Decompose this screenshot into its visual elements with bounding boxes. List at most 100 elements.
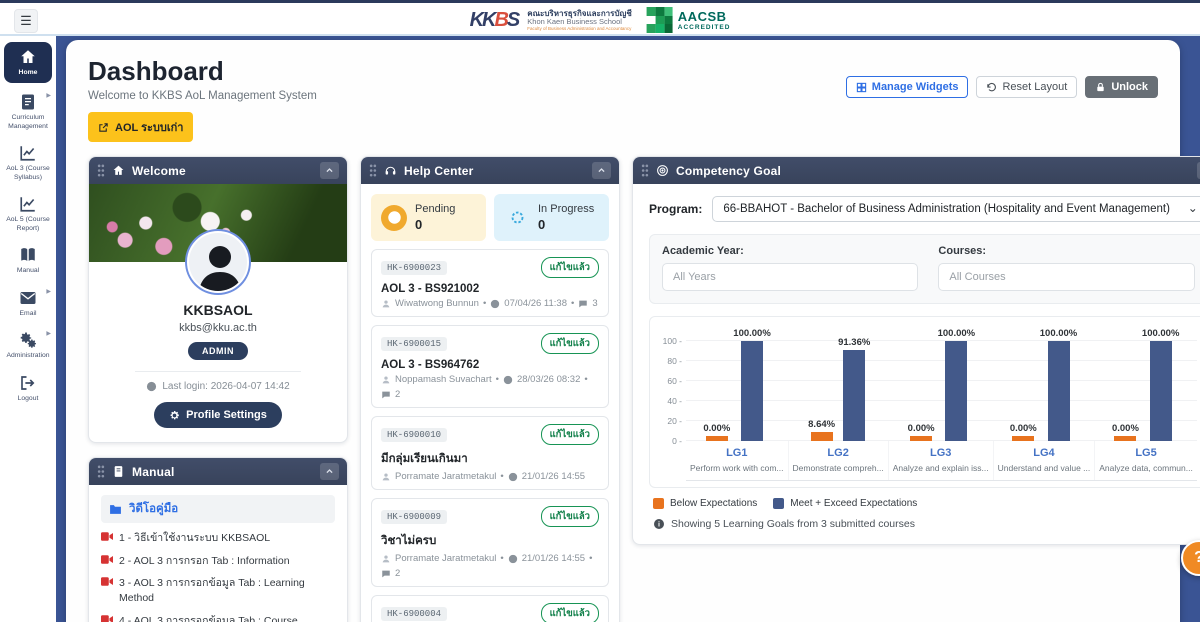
collapse-button[interactable]: [592, 162, 611, 179]
chart-category-description: Understand and value ...: [998, 463, 1091, 473]
ticket-item[interactable]: HK-6900010แก้ไขแล้วมีกลุ่มเรียนเกินมาPor…: [371, 416, 609, 490]
sidebar-item-aol-5-course-report[interactable]: AoL 5 (Course Report): [0, 189, 56, 240]
sidebar-item-curriculum-management[interactable]: Curriculum Management▶: [0, 87, 56, 138]
avatar: [187, 231, 249, 293]
ticket-meta: Noppamash Suvachart•28/03/26 08:32•2: [381, 374, 599, 400]
ticket-date: 28/03/26 08:32: [517, 374, 580, 385]
bar-wrap: 91.36%: [838, 337, 870, 441]
manual-video-link[interactable]: 1 - วิธีเข้าใช้งานระบบ KKBSAOL: [101, 531, 335, 546]
manual-widget: Manual วิดีโอคู่มือ 1 - วิธีเข้าใช้งานระ…: [88, 457, 348, 622]
reset-layout-button[interactable]: Reset Layout: [976, 76, 1077, 98]
sidebar-item-label: Manual: [17, 267, 39, 275]
bar-value-label: 100.00%: [1040, 328, 1078, 339]
unlock-button[interactable]: Unlock: [1085, 76, 1158, 98]
y-tick-label: 40 -: [667, 396, 682, 406]
headset-icon: [384, 164, 397, 177]
chart-category: LG5Analyze data, commun...: [1094, 441, 1197, 480]
academic-year-label: Academic Year:: [662, 245, 918, 257]
sidebar-item-home[interactable]: Home: [4, 42, 52, 83]
divider: [135, 371, 300, 372]
welcome-widget-header[interactable]: Welcome: [89, 157, 347, 184]
book-icon: [112, 465, 125, 478]
collapse-button[interactable]: [320, 463, 339, 480]
welcome-widget: Welcome KKBSAOL kkbs@kku.ac.th ADMIN Las…: [88, 156, 348, 443]
meta-separator: •: [584, 374, 587, 385]
gears-icon: [19, 331, 37, 349]
chart-bar-group: 0.00%100.00%: [992, 341, 1094, 441]
chart-bar-groups: 0.00%100.00%8.64%91.36%0.00%100.00%0.00%…: [686, 341, 1197, 441]
ticket-item[interactable]: HK-6900023แก้ไขแล้วAOL 3 - BS921002Wiwat…: [371, 249, 609, 317]
chart-category-label[interactable]: LG5: [1099, 447, 1193, 459]
legend-label: Below Expectations: [670, 498, 757, 509]
manual-video-link[interactable]: 4 - AOL 3 การกรอกข้อมูล Tab : Course Con…: [101, 614, 335, 622]
courses-label: Courses:: [938, 245, 1194, 257]
courses-input[interactable]: [938, 263, 1194, 291]
ticket-status-badge: แก้ไขแล้ว: [541, 333, 599, 354]
chart-y-axis: 0 -20 -40 -60 -80 -100 -: [656, 341, 686, 441]
ticket-status-badge: แก้ไขแล้ว: [541, 257, 599, 278]
sidebar-item-aol-3-course-syllabus[interactable]: AoL 3 (Course Syllabus): [0, 138, 56, 189]
help-center-widget-header[interactable]: Help Center: [361, 157, 619, 184]
drag-handle-icon[interactable]: [641, 164, 649, 177]
collapse-button[interactable]: [320, 162, 339, 179]
manual-video-link[interactable]: 3 - AOL 3 การกรอกข้อมูล Tab : Learning M…: [101, 576, 335, 605]
drag-handle-icon[interactable]: [369, 164, 377, 177]
bar-wrap: 100.00%: [938, 328, 976, 441]
chart-category-label[interactable]: LG2: [793, 447, 884, 459]
target-icon: [656, 164, 669, 177]
sidebar-item-logout[interactable]: Logout: [0, 368, 56, 410]
drag-handle-icon[interactable]: [97, 465, 105, 478]
video-icon: [101, 555, 113, 569]
meta-separator: •: [500, 471, 503, 482]
manual-folder-link[interactable]: วิดีโอคู่มือ: [101, 495, 335, 523]
ticket-title: วิชาไม่ครบ: [381, 532, 599, 550]
ticket-item[interactable]: HK-6900004แก้ไขแล้วEdit the course detai…: [371, 595, 609, 622]
profile-settings-button[interactable]: Profile Settings: [154, 402, 282, 428]
chart-category-label[interactable]: LG4: [998, 447, 1091, 459]
sidebar-item-manual[interactable]: Manual: [0, 240, 56, 282]
hamburger-menu-button[interactable]: ☰: [14, 9, 38, 33]
clock-icon: [508, 554, 518, 564]
chart-category-label[interactable]: LG3: [893, 447, 989, 459]
ticket-top-row: HK-6900009แก้ไขแล้ว: [381, 506, 599, 527]
page-subtitle: Welcome to KKBS AoL Management System: [88, 90, 317, 102]
chart-plot-area: 0.00%100.00%8.64%91.36%0.00%100.00%0.00%…: [686, 341, 1197, 441]
y-tick-label: 100 -: [663, 336, 682, 346]
chart-x-axis: LG1Perform work with com...LG2Demonstrat…: [686, 441, 1197, 481]
manual-item-label: 4 - AOL 3 การกรอกข้อมูล Tab : Course Con…: [119, 614, 335, 622]
bar-value-label: 0.00%: [1112, 423, 1139, 434]
aol-legacy-button[interactable]: AOL ระบบเก่า: [88, 112, 193, 142]
academic-year-input[interactable]: [662, 263, 918, 291]
person-icon: [381, 554, 391, 564]
stat-label: Pending: [415, 203, 455, 215]
stat-value: 0: [538, 217, 594, 232]
chart-category-label[interactable]: LG1: [690, 447, 784, 459]
sidebar-item-administration[interactable]: Administration▶: [0, 325, 56, 367]
manage-widgets-button[interactable]: Manage Widgets: [846, 76, 969, 98]
bar-value-label: 100.00%: [733, 328, 771, 339]
drag-handle-icon[interactable]: [97, 164, 105, 177]
comment-icon: [381, 390, 391, 400]
manual-video-link[interactable]: 2 - AOL 3 การกรอก Tab : Information: [101, 554, 335, 569]
undo-icon: [986, 82, 997, 93]
program-label: Program:: [649, 202, 702, 216]
user-email: kkbs@kku.ac.th: [89, 322, 347, 334]
chart-category-description: Analyze and explain iss...: [893, 463, 989, 473]
bar-wrap: 100.00%: [733, 328, 771, 441]
program-select[interactable]: 66-BBAHOT - Bachelor of Business Adminis…: [712, 196, 1200, 222]
widget-title: Competency Goal: [676, 164, 781, 178]
sidebar-item-email[interactable]: Email▶: [0, 283, 56, 325]
stat-label: In Progress: [538, 203, 594, 215]
competency-goal-widget-header[interactable]: Competency Goal: [633, 157, 1200, 184]
chart-footnote: Showing 5 Learning Goals from 3 submitte…: [671, 518, 915, 530]
ticket-item[interactable]: HK-6900015แก้ไขแล้วAOL 3 - BS964762Noppa…: [371, 325, 609, 408]
curriculum-icon: [19, 93, 37, 111]
ticket-item[interactable]: HK-6900009แก้ไขแล้ววิชาไม่ครบPorramate J…: [371, 498, 609, 587]
y-tick-label: 0 -: [672, 436, 682, 446]
chevron-right-icon: ▶: [46, 92, 51, 99]
ticket-top-row: HK-6900010แก้ไขแล้ว: [381, 424, 599, 445]
ticket-date: 07/04/26 11:38: [504, 298, 567, 309]
ticket-date: 21/01/26 14:55: [522, 553, 585, 564]
kkbs-logo: KKBS: [470, 9, 519, 32]
manual-widget-header[interactable]: Manual: [89, 458, 347, 485]
